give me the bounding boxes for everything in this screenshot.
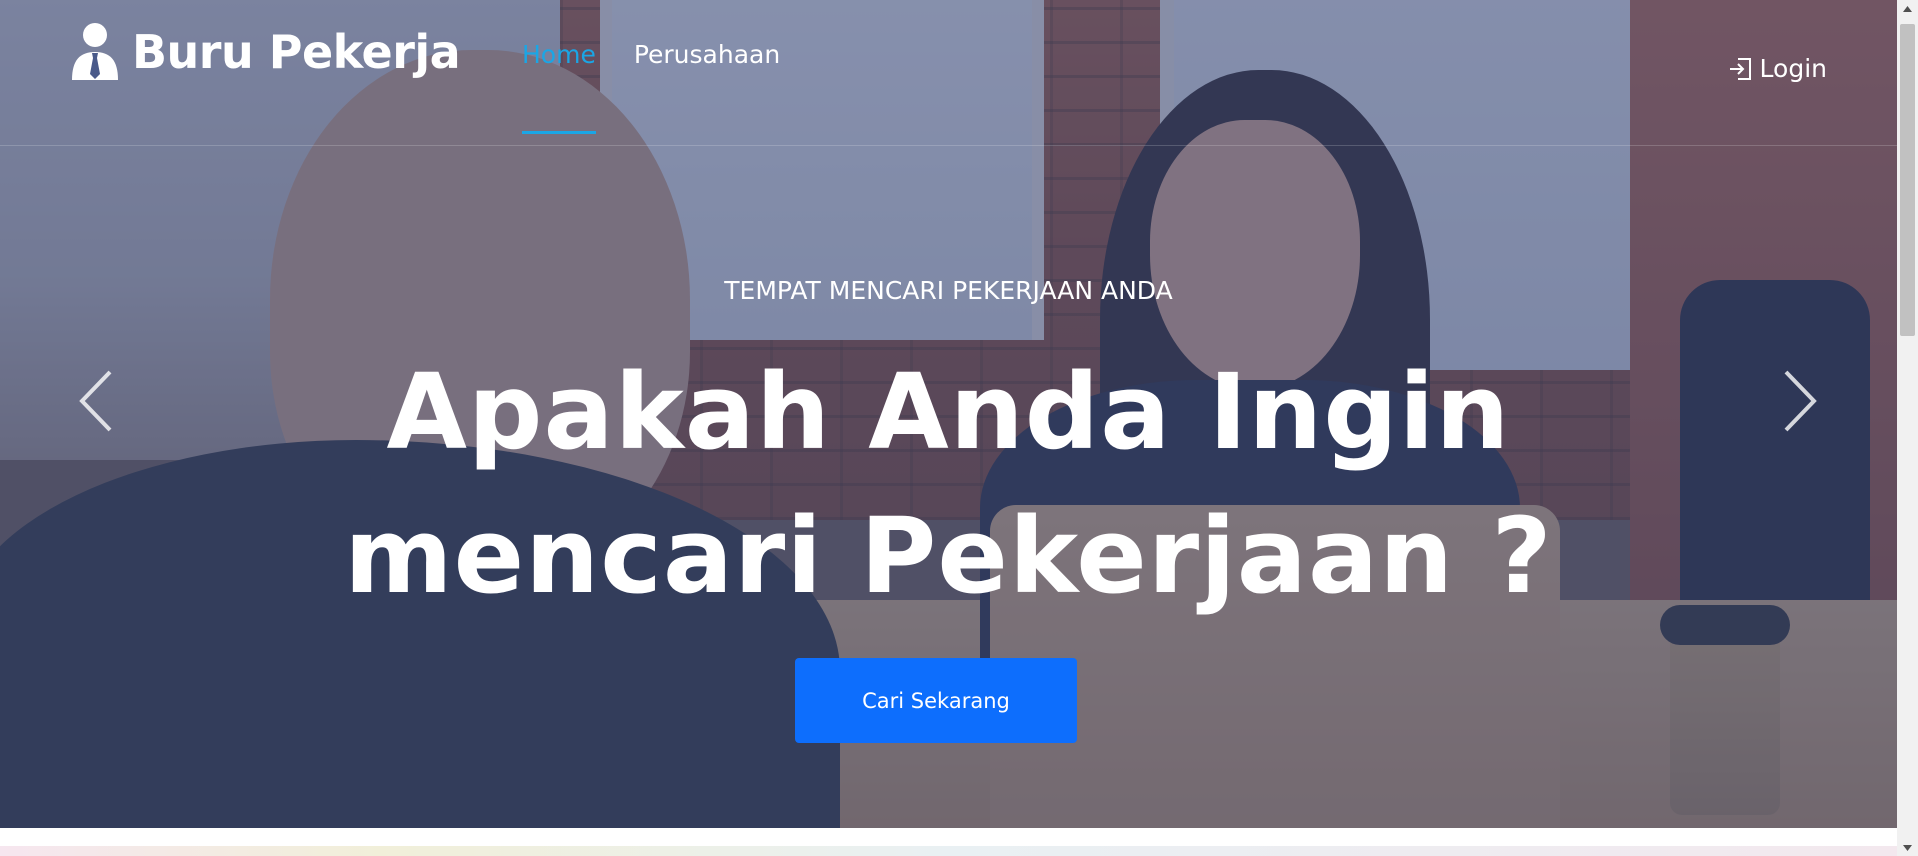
scroll-up-arrow-icon[interactable] (1897, 0, 1918, 17)
chevron-right-icon (1784, 370, 1817, 432)
brand-name: Buru Pekerja (132, 25, 461, 79)
brand-logo[interactable]: Buru Pekerja (70, 22, 461, 82)
sign-in-icon (1729, 57, 1751, 80)
scroll-down-arrow-icon[interactable] (1897, 839, 1918, 856)
login-link[interactable]: Login (1728, 54, 1827, 83)
user-tie-icon (72, 23, 118, 80)
main-nav: Home Perusahaan (522, 40, 818, 135)
page: Buru Pekerja Home Perusahaan Login TEMPA… (0, 0, 1918, 856)
nav-item-perusahaan[interactable]: Perusahaan (634, 40, 780, 135)
navbar: Buru Pekerja Home Perusahaan Login (0, 0, 1897, 146)
cari-sekarang-button[interactable]: Cari Sekarang (795, 658, 1077, 743)
vertical-scrollbar[interactable] (1897, 0, 1918, 856)
next-section-peek (0, 828, 1897, 856)
hero-headline-line2: mencari Pekerjaan ? (344, 495, 1553, 617)
hero-headline: Apakah Anda Ingin mencari Pekerjaan ? (0, 340, 1897, 628)
scrollbar-thumb[interactable] (1900, 24, 1915, 336)
hero-tagline: TEMPAT MENCARI PEKERJAAN ANDA (724, 276, 1173, 305)
chevron-left-icon (79, 370, 112, 432)
hero-headline-line1: Apakah Anda Ingin (386, 351, 1511, 473)
carousel-prev-button[interactable] (76, 368, 116, 434)
carousel-next-button[interactable] (1780, 368, 1820, 434)
hero-section: Buru Pekerja Home Perusahaan Login TEMPA… (0, 0, 1897, 828)
login-label: Login (1759, 54, 1827, 83)
nav-item-home[interactable]: Home (522, 40, 596, 135)
